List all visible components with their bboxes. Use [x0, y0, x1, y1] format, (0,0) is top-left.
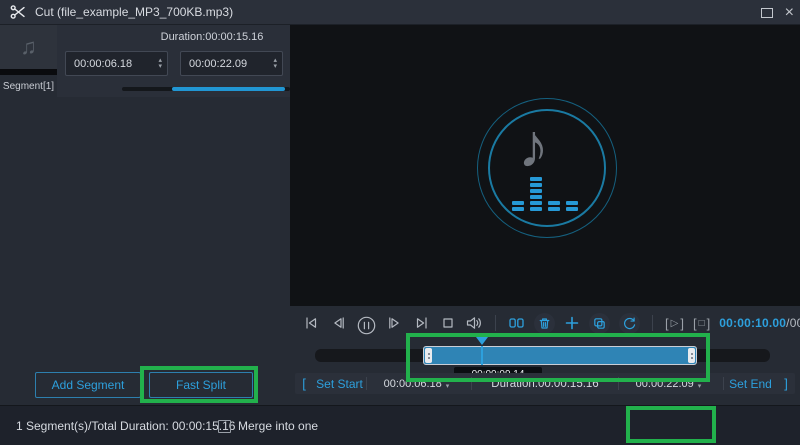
total-time: /00:00:27.06	[786, 316, 800, 330]
segment-thumbnail[interactable]: ♫	[0, 25, 57, 69]
reset-icon[interactable]	[619, 313, 640, 334]
stop-segment-button[interactable]: [□]	[693, 316, 710, 331]
segment-end-stepper[interactable]: ▴ ▾	[273, 58, 282, 70]
set-end-button[interactable]: Set End	[724, 377, 777, 391]
split-clip-icon[interactable]	[508, 315, 525, 331]
clip-end-handle[interactable]	[688, 348, 695, 363]
segment-duration-label: Duration:00:00:15.16	[117, 31, 307, 43]
time-display: 00:00:10.00/00:00:27.06	[719, 316, 800, 330]
trim-end-value[interactable]: 00:00:22.09	[636, 378, 694, 390]
bracket-close: ]	[777, 376, 795, 391]
segment-label: Segment[1]	[0, 77, 57, 95]
music-note-icon: ♫	[20, 34, 37, 60]
pause-button-icon[interactable]	[356, 315, 377, 331]
audio-note-icon: ♪	[518, 111, 549, 182]
titlebar: Cut (file_example_MP3_700KB.mp3) ×	[0, 0, 800, 25]
segment-summary: 1 Segment(s)/Total Duration: 00:00:15.16	[16, 406, 235, 445]
segment-start-value[interactable]: 00:00:06.18	[66, 58, 158, 70]
stepper-down-icon[interactable]: ▾	[158, 64, 162, 70]
copy-segment-icon[interactable]	[589, 313, 610, 334]
skip-start-icon[interactable]	[302, 315, 320, 331]
segment-end-input[interactable]: 00:00:22.09 ▴ ▾	[180, 51, 283, 76]
close-button[interactable]: ×	[785, 5, 794, 21]
skip-end-icon[interactable]	[413, 315, 431, 331]
timeline-clip[interactable]	[423, 346, 697, 365]
merge-checkbox[interactable]	[218, 420, 231, 433]
merge-option[interactable]: Merge into one	[218, 406, 318, 445]
next-frame-icon[interactable]	[386, 315, 404, 331]
stepper-down-icon[interactable]: ▾	[273, 64, 277, 70]
divider	[652, 315, 653, 331]
set-start-button[interactable]: Set Start	[313, 377, 366, 391]
segment-editor: Duration:00:00:15.16 00:00:06.18 ▴ ▾ – 0…	[57, 25, 290, 97]
scissors-icon	[10, 4, 26, 20]
trim-bar: [ Set Start 00:00:06.18 ▴ ▾ Duration:00:…	[295, 373, 795, 394]
equalizer-icon	[512, 175, 588, 211]
segment-start-stepper[interactable]: ▴ ▾	[158, 58, 167, 70]
add-segment-button[interactable]: Add Segment	[35, 372, 141, 398]
trim-duration-label: Duration:00:00:15.16	[472, 378, 618, 390]
merge-label[interactable]: Merge into one	[238, 419, 318, 433]
preview-area: ♪	[290, 25, 800, 306]
playhead-marker[interactable]	[476, 337, 488, 345]
volume-icon[interactable]	[465, 315, 483, 331]
transport-bar: [▷] [□] 00:00:10.00/00:00:27.06	[302, 308, 792, 338]
playhead[interactable]	[481, 346, 483, 365]
trim-end-field[interactable]: 00:00:22.09 ▴ ▾	[619, 378, 723, 390]
play-segment-button[interactable]: [▷]	[665, 316, 684, 331]
delete-segment-icon[interactable]	[534, 313, 555, 334]
trim-start-field[interactable]: 00:00:06.18 ▴ ▾	[367, 378, 471, 390]
segment-range-fill	[172, 87, 285, 91]
prev-frame-icon[interactable]	[329, 315, 347, 331]
trim-start-value[interactable]: 00:00:06.18	[384, 378, 442, 390]
segment-start-input[interactable]: 00:00:06.18 ▴ ▾	[65, 51, 168, 76]
add-segment-icon[interactable]	[564, 315, 580, 331]
trim-start-stepper[interactable]: ▴ ▾	[446, 378, 455, 390]
segment-end-value[interactable]: 00:00:22.09	[181, 58, 273, 70]
control-strip: [▷] [□] 00:00:10.00/00:00:27.06 00:00:09…	[290, 306, 800, 405]
clip-start-handle[interactable]	[425, 348, 432, 363]
thumbnail-strip	[0, 69, 57, 75]
stop-icon[interactable]	[440, 315, 456, 331]
segment-panel: ♫ Segment[1] Duration:00:00:15.16 00:00:…	[0, 25, 290, 405]
divider	[495, 315, 496, 331]
trim-end-stepper[interactable]: ▴ ▾	[698, 378, 707, 390]
bracket-open: [	[295, 376, 313, 391]
fast-split-button[interactable]: Fast Split	[149, 372, 253, 398]
footer-bar: 1 Segment(s)/Total Duration: 00:00:15.16…	[0, 405, 800, 445]
current-time: 00:00:10.00	[719, 316, 786, 330]
window-title: Cut (file_example_MP3_700KB.mp3)	[35, 5, 233, 19]
cut-dialog: Cut (file_example_MP3_700KB.mp3) × ♫ Seg…	[0, 0, 800, 445]
maximize-button[interactable]	[761, 8, 773, 18]
segment-range-bar	[122, 87, 290, 91]
